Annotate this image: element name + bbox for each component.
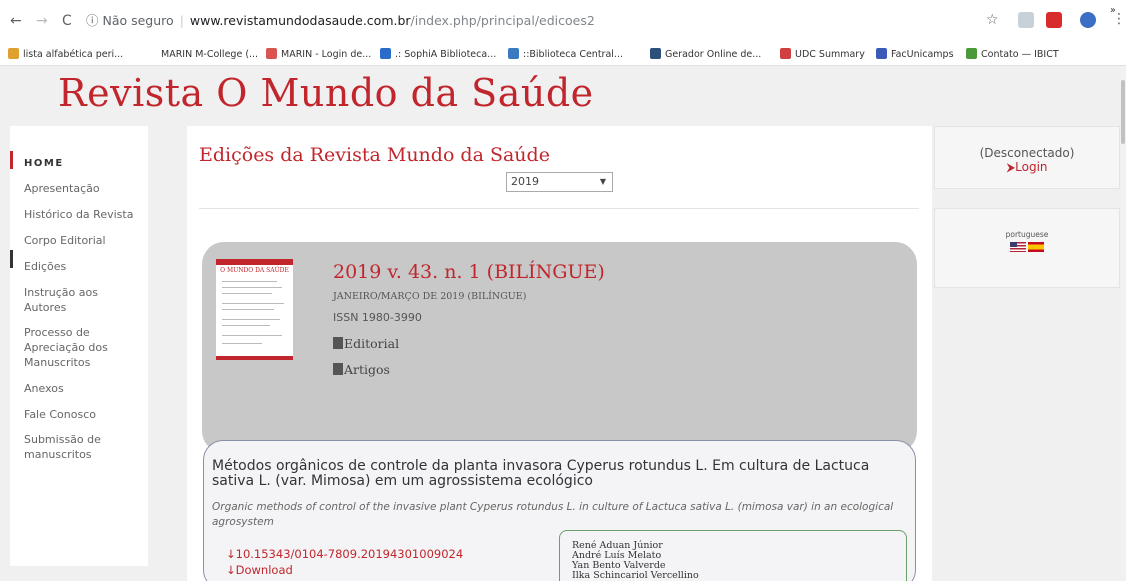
sidebar-home[interactable]: HOME bbox=[24, 158, 64, 169]
year-select[interactable]: 2019 ▼ bbox=[506, 172, 613, 192]
bookmark-favicon-icon bbox=[966, 48, 977, 59]
bookmark-item[interactable]: Contato — IBICT bbox=[966, 48, 1059, 62]
url-path: /index.php/principal/edicoes2 bbox=[410, 13, 595, 28]
bookmark-item[interactable]: ::Biblioteca Central... bbox=[508, 48, 623, 62]
active-indicator bbox=[10, 151, 13, 169]
bookmark-star-icon[interactable]: ☆ bbox=[986, 12, 999, 28]
page-title: Edições da Revista Mundo da Saúde bbox=[199, 144, 550, 166]
bookmark-label: Contato — IBICT bbox=[981, 49, 1059, 60]
chevron-down-icon: ▼ bbox=[599, 177, 606, 186]
sidebar-item-instrucao[interactable]: Instrução aos Autores bbox=[24, 285, 114, 315]
sidebar-item-historico[interactable]: Histórico da Revista bbox=[24, 207, 133, 222]
bookmark-label: MARIN - Login de... bbox=[281, 49, 372, 60]
author-name: Ilka Schincariol Vercellino bbox=[572, 570, 699, 581]
profile-avatar-icon[interactable] bbox=[1080, 12, 1096, 28]
artigos-link[interactable]: Artigos bbox=[333, 362, 390, 377]
forward-button[interactable]: → bbox=[36, 13, 48, 29]
url-host: www.revistamundodasaude.com.br bbox=[189, 13, 411, 28]
bookmark-item[interactable]: lista alfabética peri... bbox=[8, 48, 123, 62]
sidebar-item-anexos[interactable]: Anexos bbox=[24, 381, 64, 396]
book-icon bbox=[333, 337, 343, 349]
sidebar-item-apresentacao[interactable]: Apresentação bbox=[24, 181, 100, 196]
us-flag-icon[interactable] bbox=[1010, 242, 1026, 252]
bookmarks-more-button[interactable]: » bbox=[1110, 4, 1116, 18]
bookmark-label: UDC Summary bbox=[795, 49, 865, 60]
sidebar-item-fale-conosco[interactable]: Fale Conosco bbox=[24, 407, 96, 422]
year-select-value: 2019 bbox=[511, 175, 539, 188]
site-title[interactable]: Revista O Mundo da Saúde bbox=[58, 71, 594, 115]
reload-button[interactable]: C bbox=[62, 13, 72, 29]
spain-flag-icon[interactable] bbox=[1028, 242, 1044, 252]
bookmark-label: MARIN M-College (... bbox=[161, 49, 259, 60]
current-indicator bbox=[10, 250, 13, 268]
issue-issn: ISSN 1980-3990 bbox=[333, 311, 422, 324]
bookmark-label: FacUnicamps bbox=[891, 49, 954, 60]
bookmark-favicon-icon bbox=[780, 48, 791, 59]
bookmark-favicon-icon bbox=[876, 48, 887, 59]
bookmark-label: ::Biblioteca Central... bbox=[523, 49, 623, 60]
language-label: portuguese bbox=[1005, 230, 1049, 239]
divider bbox=[199, 208, 919, 209]
login-link[interactable]: ⮞Login bbox=[934, 160, 1120, 175]
extension-icon[interactable] bbox=[1018, 12, 1034, 28]
bookmark-label: Gerador Online de... bbox=[665, 49, 762, 60]
issue-cover-image[interactable]: O MUNDO DA SAÚDE bbox=[216, 259, 293, 360]
back-button[interactable]: ← bbox=[10, 13, 22, 29]
bookmark-item[interactable]: MARIN - Login de... bbox=[266, 48, 371, 62]
editorial-link[interactable]: Editorial bbox=[333, 336, 399, 351]
scrollbar-thumb[interactable] bbox=[1121, 80, 1125, 144]
issue-date: JANEIRO/MARÇO DE 2019 (BILÍNGUE) bbox=[333, 291, 527, 302]
bookmark-item[interactable]: Gerador Online de... bbox=[650, 48, 761, 62]
bookmark-item[interactable]: MARIN M-College (... bbox=[146, 48, 258, 62]
bookmark-favicon-icon bbox=[380, 48, 391, 59]
sidebar-item-corpo-editorial[interactable]: Corpo Editorial bbox=[24, 233, 106, 248]
article-subtitle: Organic methods of control of the invasi… bbox=[212, 501, 894, 528]
bookmark-favicon-icon bbox=[650, 48, 661, 59]
download-link[interactable]: ↓Download bbox=[226, 563, 293, 577]
sidebar-item-edicoes[interactable]: Edições bbox=[24, 259, 66, 274]
issue-title[interactable]: 2019 v. 43. n. 1 (BILÍNGUE) bbox=[333, 261, 605, 283]
bookmark-label: .: SophiA Biblioteca... bbox=[395, 49, 497, 60]
extension-icon[interactable] bbox=[1046, 12, 1062, 28]
bookmark-item[interactable]: FacUnicamps bbox=[876, 48, 954, 62]
doi-link[interactable]: ↓10.15343/0104-7809.20194301009024 bbox=[226, 547, 463, 561]
bookmark-favicon-icon bbox=[8, 48, 19, 59]
sidebar-item-processo[interactable]: Processo de Apreciação dos Manuscritos bbox=[24, 325, 124, 370]
security-indicator[interactable]: ⓘ Não seguro bbox=[86, 13, 174, 28]
authors-box: René Aduan Júnior André Luís Melato Yan … bbox=[559, 530, 907, 581]
bookmark-item[interactable]: UDC Summary bbox=[780, 48, 865, 62]
page-scrollbar[interactable] bbox=[1120, 67, 1126, 581]
address-bar[interactable]: ⓘ Não seguro | www.revistamundodasaude.com… bbox=[86, 9, 916, 33]
bookmark-favicon-icon bbox=[146, 48, 157, 59]
language-panel bbox=[934, 208, 1120, 288]
documents-icon bbox=[333, 363, 343, 375]
bookmark-favicon-icon bbox=[508, 48, 519, 59]
bookmark-favicon-icon bbox=[266, 48, 277, 59]
sidebar-item-submissao[interactable]: Submissão de manuscritos bbox=[24, 432, 124, 462]
article-title[interactable]: Métodos orgânicos de controle da planta … bbox=[212, 459, 902, 489]
bookmark-item[interactable]: .: SophiA Biblioteca... bbox=[380, 48, 496, 62]
login-status: (Desconectado) bbox=[979, 146, 1075, 160]
bookmark-label: lista alfabética peri... bbox=[23, 49, 124, 60]
cover-title: O MUNDO DA SAÚDE bbox=[220, 267, 289, 274]
